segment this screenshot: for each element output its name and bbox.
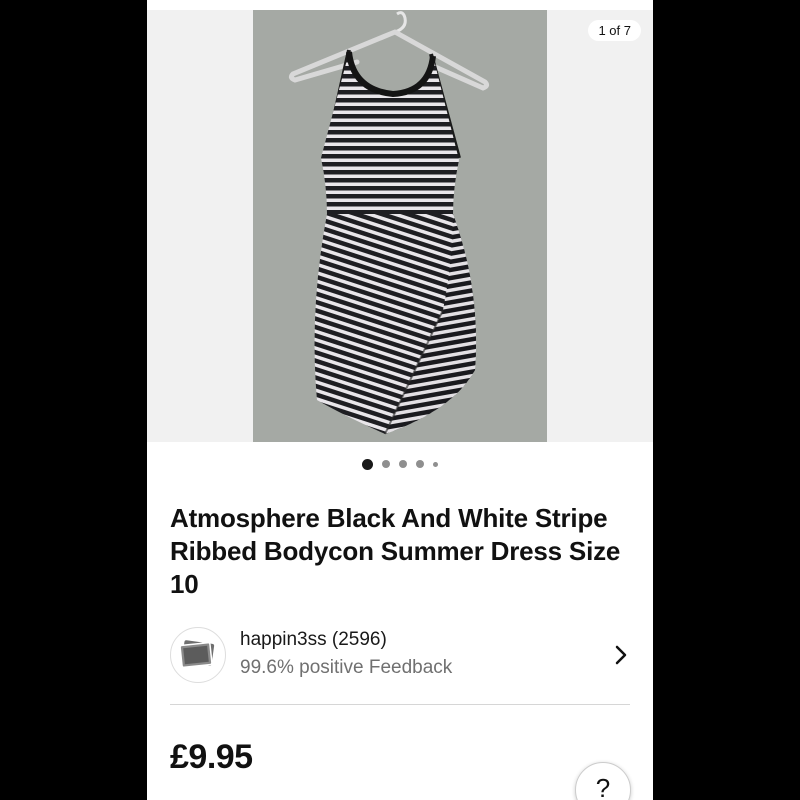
image-counter: 1 of 7 — [588, 20, 641, 41]
pagination-dot[interactable] — [382, 460, 390, 468]
help-button[interactable]: ? — [575, 762, 631, 800]
image-gallery[interactable]: 1 of 7 — [147, 10, 653, 442]
dress-image — [253, 10, 547, 442]
seller-feedback: 99.6% positive Feedback — [240, 657, 453, 678]
gallery-pagination[interactable] — [147, 456, 653, 472]
pagination-dot[interactable] — [399, 460, 407, 468]
seller-info-row[interactable]: happin3ss (2596) 99.6% positive Feedback — [170, 625, 630, 685]
pagination-dot-active[interactable] — [362, 458, 373, 470]
listing-title: Atmosphere Black And White Stripe Ribbed… — [170, 503, 621, 599]
product-photo[interactable] — [253, 10, 547, 442]
price: £9.95 — [170, 738, 253, 776]
chevron-right-icon[interactable] — [612, 643, 630, 667]
seller-avatar-image — [179, 640, 215, 669]
pagination-dot[interactable] — [416, 460, 424, 468]
seller-name[interactable]: happin3ss (2596) — [240, 629, 387, 651]
listing-screen: 1 of 7 Atmosphere Black And White Stripe… — [147, 0, 653, 800]
divider — [170, 704, 630, 705]
seller-avatar[interactable] — [170, 627, 226, 683]
pagination-dot[interactable] — [433, 461, 438, 467]
help-icon: ? — [595, 773, 611, 800]
